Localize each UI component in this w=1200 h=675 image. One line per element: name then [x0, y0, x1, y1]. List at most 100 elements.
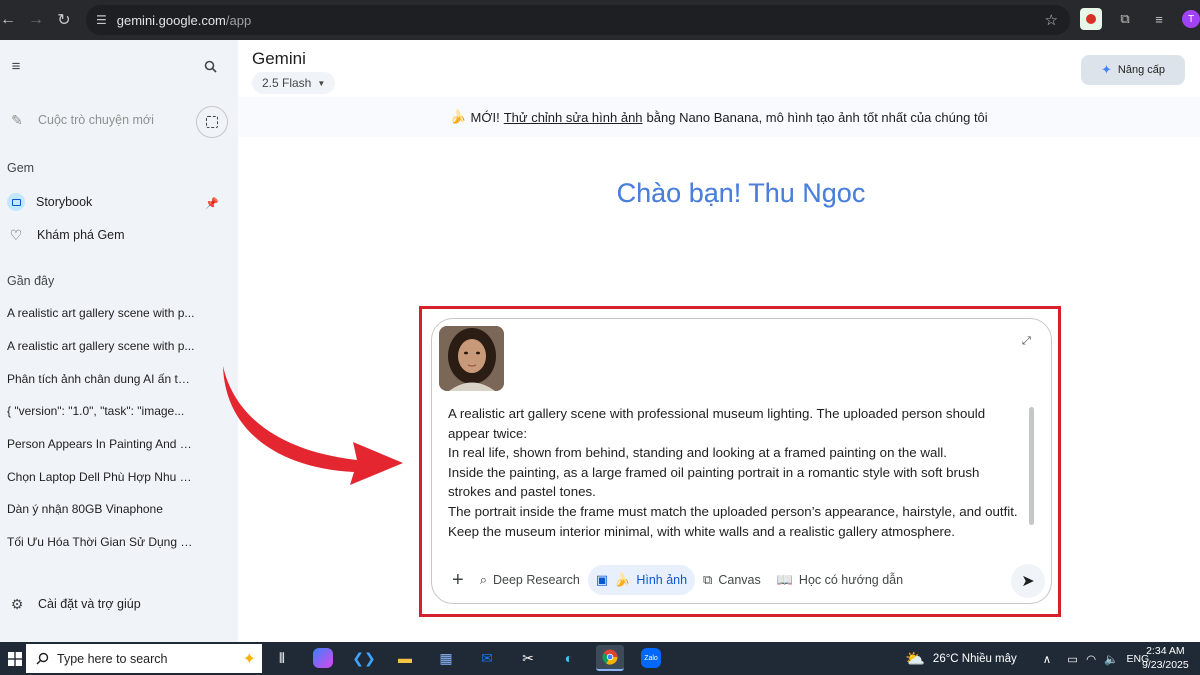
- edge-icon[interactable]: ◐: [555, 645, 583, 671]
- url-host: gemini.google.com: [116, 12, 226, 28]
- settings-help-button[interactable]: ⚙ Cài đặt và trợ giúp: [9, 596, 141, 612]
- new-chat-button[interactable]: ✎ Cuộc trò chuyện mới: [9, 112, 154, 128]
- gem-item-storybook[interactable]: Storybook: [7, 193, 92, 211]
- volume-icon[interactable]: 🔈: [1104, 652, 1118, 666]
- image-icon: ▣: [595, 572, 609, 587]
- main-content: Gemini 2.5 Flash ▼ ✦ Nâng cấp 🍌 MỚI! Thử…: [238, 40, 1200, 642]
- search-icon[interactable]: [202, 58, 218, 74]
- zalo-icon[interactable]: Zalo: [641, 648, 661, 668]
- recent-chat-item[interactable]: Phân tích ảnh chân dung AI ấn tư...: [7, 372, 195, 386]
- guided-learning-label: Học có hướng dẫn: [798, 573, 904, 587]
- forward-icon[interactable]: →: [22, 6, 50, 34]
- extensions-puzzle-icon[interactable]: ⧉: [1114, 8, 1136, 30]
- outlook-icon[interactable]: ✉: [473, 645, 501, 671]
- banana-icon: 🍌: [450, 109, 467, 124]
- recent-chat-item[interactable]: A realistic art gallery scene with p...: [7, 306, 195, 320]
- recent-chat-item[interactable]: { "version": "1.0", "task": "image...: [7, 404, 195, 418]
- gem-item-explore[interactable]: ♡ Khám phá Gem: [8, 227, 125, 243]
- prompt-toolbar: + ⌕ Deep Research ▣ 🍌 Hình ảnh ⧉ Canvas …: [444, 564, 1045, 598]
- site-info-icon[interactable]: ☰: [96, 13, 107, 27]
- sparkle-icon: ✦: [1101, 62, 1112, 77]
- recent-section-title: Gần đây: [7, 274, 55, 288]
- bookmark-star-icon[interactable]: ☆: [1045, 11, 1058, 29]
- recent-chat-item[interactable]: Chọn Laptop Dell Phù Hợp Nhu C...: [7, 470, 195, 484]
- gem-section-title: Gem: [7, 161, 35, 175]
- recent-chat-item[interactable]: Dàn ý nhận 80GB Vinaphone: [7, 502, 195, 516]
- prompt-textarea[interactable]: A realistic art gallery scene with profe…: [448, 404, 1018, 541]
- gem-item-label: Khám phá Gem: [37, 228, 125, 242]
- guided-learning-button[interactable]: 📖 Học có hướng dẫn: [769, 565, 911, 595]
- expand-icon[interactable]: ⤢: [1022, 335, 1031, 348]
- add-icon[interactable]: +: [444, 569, 472, 592]
- search-icon: [36, 652, 49, 665]
- store-icon[interactable]: ▦: [432, 645, 460, 671]
- battery-icon[interactable]: ▭: [1067, 652, 1078, 666]
- taskbar-apps: ⫴ ❮❯ ▬ ▦ ✉ ✂ ◐ Zalo: [268, 645, 665, 671]
- clock-time: 2:34 AM: [1146, 645, 1185, 657]
- profile-avatar[interactable]: T: [1182, 10, 1200, 28]
- canvas-label: Canvas: [718, 573, 761, 587]
- taskbar-search-placeholder: Type here to search: [57, 651, 168, 666]
- banner-link[interactable]: Thử chỉnh sửa hình ảnh: [504, 110, 643, 125]
- banner-suffix: bằng Nano Banana, mô hình tạo ảnh tốt nh…: [646, 109, 988, 125]
- model-selector[interactable]: 2.5 Flash ▼: [252, 72, 336, 94]
- taskbar-search[interactable]: Type here to search ✦: [26, 644, 262, 673]
- app-title: Gemini: [252, 49, 306, 68]
- upgrade-button[interactable]: ✦ Nâng cấp: [1081, 55, 1185, 85]
- recent-chat-item[interactable]: A realistic art gallery scene with p...: [7, 339, 195, 353]
- new-chat-label: Cuộc trò chuyện mới: [38, 113, 154, 127]
- windows-taskbar: Type here to search ✦ ⫴ ❮❯ ▬ ▦ ✉ ✂ ◐ Zal…: [0, 642, 1200, 675]
- uploaded-image-thumbnail[interactable]: [439, 326, 504, 391]
- annotation-arrow: [223, 366, 403, 485]
- extensions-area: ⧉ ≡ T: [1080, 8, 1200, 30]
- canvas-button[interactable]: ⧉ Canvas: [695, 565, 769, 595]
- back-icon[interactable]: ←: [0, 6, 22, 34]
- task-view-icon[interactable]: ⫴: [268, 645, 296, 671]
- reload-icon[interactable]: ↻: [50, 6, 78, 34]
- prompt-input-card[interactable]: ⤢ A realistic art gallery scene with pro…: [431, 318, 1052, 604]
- announcement-banner: 🍌 MỚI! Thử chỉnh sửa hình ảnh bằng Nano …: [238, 97, 1200, 137]
- upgrade-label: Nâng cấp: [1117, 64, 1165, 76]
- storybook-icon: [7, 193, 25, 211]
- weather-icon: ⛅: [905, 650, 925, 668]
- prompt-paragraph: Inside the painting, as a large framed o…: [448, 464, 980, 500]
- greeting: Chào bạn! Thu Ngoc: [616, 178, 866, 208]
- deep-research-button[interactable]: ⌕ Deep Research: [472, 565, 588, 595]
- windows-start-icon[interactable]: [2, 646, 28, 672]
- system-tray: ⛅ 26°C Nhiều mây ∧ ▭ ◠ 🔈 ENG: [905, 642, 1149, 675]
- canvas-icon: ⧉: [703, 572, 713, 587]
- chevron-up-icon[interactable]: ∧: [1043, 652, 1051, 666]
- pin-icon[interactable]: 📌: [204, 195, 220, 211]
- recent-chat-item[interactable]: Tối Ưu Hóa Thời Gian Sử Dụng Pin...: [7, 535, 195, 549]
- temporary-chat-icon: [206, 116, 218, 128]
- vscode-icon[interactable]: ❮❯: [350, 645, 378, 671]
- recorder-extension-icon[interactable]: [1080, 8, 1102, 30]
- chrome-icon[interactable]: [596, 645, 624, 671]
- scrollbar[interactable]: [1029, 407, 1034, 525]
- gem-item-label: Storybook: [36, 195, 93, 209]
- weather-text[interactable]: 26°C Nhiều mây: [933, 653, 1017, 665]
- capcut-icon[interactable]: ✂: [514, 645, 542, 671]
- media-control-icon[interactable]: ≡: [1148, 8, 1170, 30]
- model-label: 2.5 Flash: [262, 76, 312, 90]
- file-explorer-icon[interactable]: ▬: [391, 645, 419, 671]
- edit-icon: ✎: [11, 111, 23, 128]
- send-button[interactable]: ➤: [1011, 564, 1045, 598]
- system-clock[interactable]: 2:34 AM 9/23/2025: [1142, 644, 1189, 672]
- banner-prefix: MỚI!: [470, 109, 500, 125]
- prompt-paragraph: The portrait inside the frame must match…: [448, 503, 1018, 539]
- menu-icon[interactable]: ≡: [8, 58, 24, 75]
- image-tool-button[interactable]: ▣ 🍌 Hình ảnh: [587, 565, 696, 595]
- temporary-chat-button[interactable]: [196, 106, 228, 138]
- recent-chat-item[interactable]: Person Appears In Painting And R...: [7, 437, 195, 451]
- book-icon: 📖: [776, 572, 793, 587]
- caret-down-icon: ▼: [317, 78, 326, 88]
- browser-toolbar: ← → ↻ ☰ gemini.google.com/app ☆ ⧉ ≡ T: [0, 0, 1200, 40]
- wifi-icon[interactable]: ◠: [1086, 652, 1096, 666]
- gear-icon: ⚙: [10, 595, 24, 612]
- settings-label: Cài đặt và trợ giúp: [38, 597, 141, 611]
- image-tool-label: Hình ảnh: [636, 573, 688, 587]
- prompt-paragraph: A realistic art gallery scene with profe…: [448, 406, 986, 441]
- address-bar[interactable]: ☰ gemini.google.com/app ☆: [86, 5, 1070, 35]
- copilot-icon[interactable]: [313, 648, 333, 668]
